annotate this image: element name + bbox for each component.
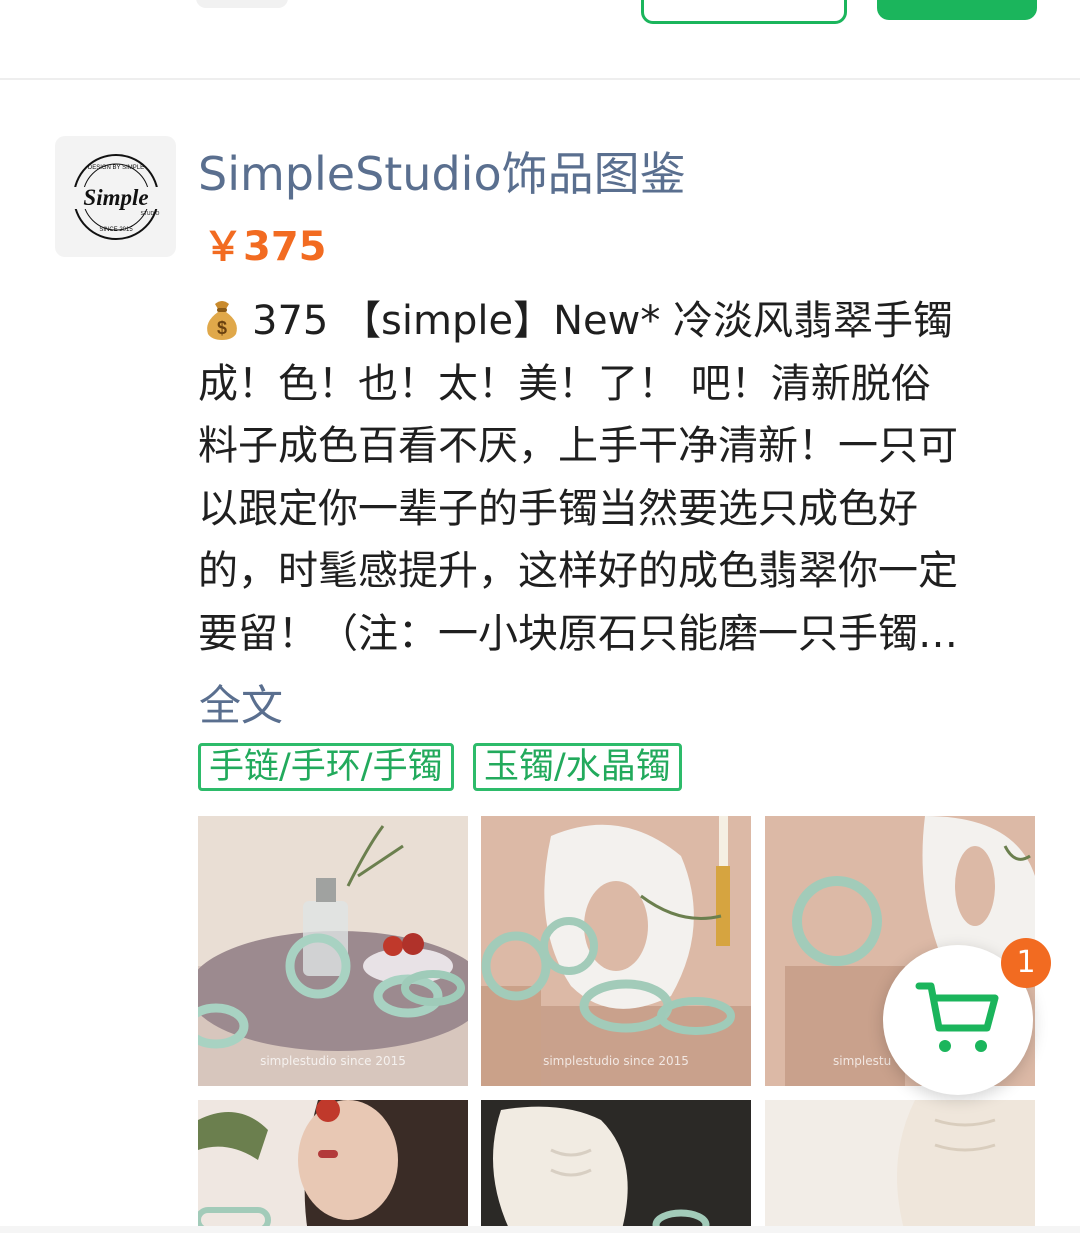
money-bag-icon: $	[207, 301, 237, 340]
section-divider	[0, 78, 1080, 80]
outline-action-button[interactable]	[641, 0, 847, 24]
price-label: ￥375	[203, 224, 327, 270]
cart-count-badge: 1	[1001, 938, 1051, 988]
cart-icon	[915, 982, 999, 1052]
svg-text:SINCE 2015: SINCE 2015	[99, 227, 133, 233]
description-line: 的，时髦感提升，这样好的成色翡翠你一定	[198, 548, 958, 594]
product-photo-2[interactable]: simplestudio since 2015	[481, 816, 751, 1086]
shop-name-link[interactable]: SimpleStudio饰品图鉴	[198, 138, 686, 204]
description-line: 要留！（注：一小块原石只能磨一只手镯…	[198, 610, 958, 657]
post-description: $ 375 【simple】New* 冷淡风翡翠手镯 成！色！也！太！美！了！ …	[198, 290, 1038, 665]
product-photo-1[interactable]: simplestudio since 2015	[198, 816, 468, 1086]
product-photo-6[interactable]	[765, 1100, 1035, 1233]
tag-jade-bangles[interactable]: 玉镯/水晶镯	[473, 743, 682, 791]
svg-text:Simple: Simple	[83, 185, 148, 210]
previous-post-thumbnail[interactable]	[196, 0, 288, 8]
simple-studio-logo: DESIGN BY SIMPLE SINCE 2015 Simple STUDI…	[65, 153, 166, 240]
photo-watermark: simplestudio since 2015	[260, 1054, 406, 1068]
svg-text:$: $	[217, 318, 227, 338]
product-photo-5[interactable]	[481, 1100, 751, 1233]
product-photo-4[interactable]	[198, 1100, 468, 1233]
shop-avatar[interactable]: DESIGN BY SIMPLE SINCE 2015 Simple STUDI…	[55, 136, 176, 257]
primary-action-button[interactable]	[877, 0, 1037, 20]
description-line: 成！色！也！太！美！了！ 吧！清新脱俗	[198, 360, 931, 407]
svg-text:DESIGN BY SIMPLE: DESIGN BY SIMPLE	[87, 165, 143, 171]
top-action-bar	[0, 0, 1080, 78]
bottom-divider	[0, 1226, 1080, 1233]
svg-text:STUDIO: STUDIO	[140, 211, 159, 217]
tag-bracelets[interactable]: 手链/手环/手镯	[198, 743, 454, 791]
photo-watermark: simplestudio since 2015	[543, 1054, 689, 1068]
description-line: $ 375 【simple】New* 冷淡风翡翠手镯	[198, 290, 1038, 353]
full-text-link[interactable]: 全文	[199, 672, 283, 733]
description-line: 料子成色百看不厌，上手干净清新！一只可	[198, 423, 958, 469]
description-line: 以跟定你一辈子的手镯当然要选只成色好	[198, 485, 918, 532]
